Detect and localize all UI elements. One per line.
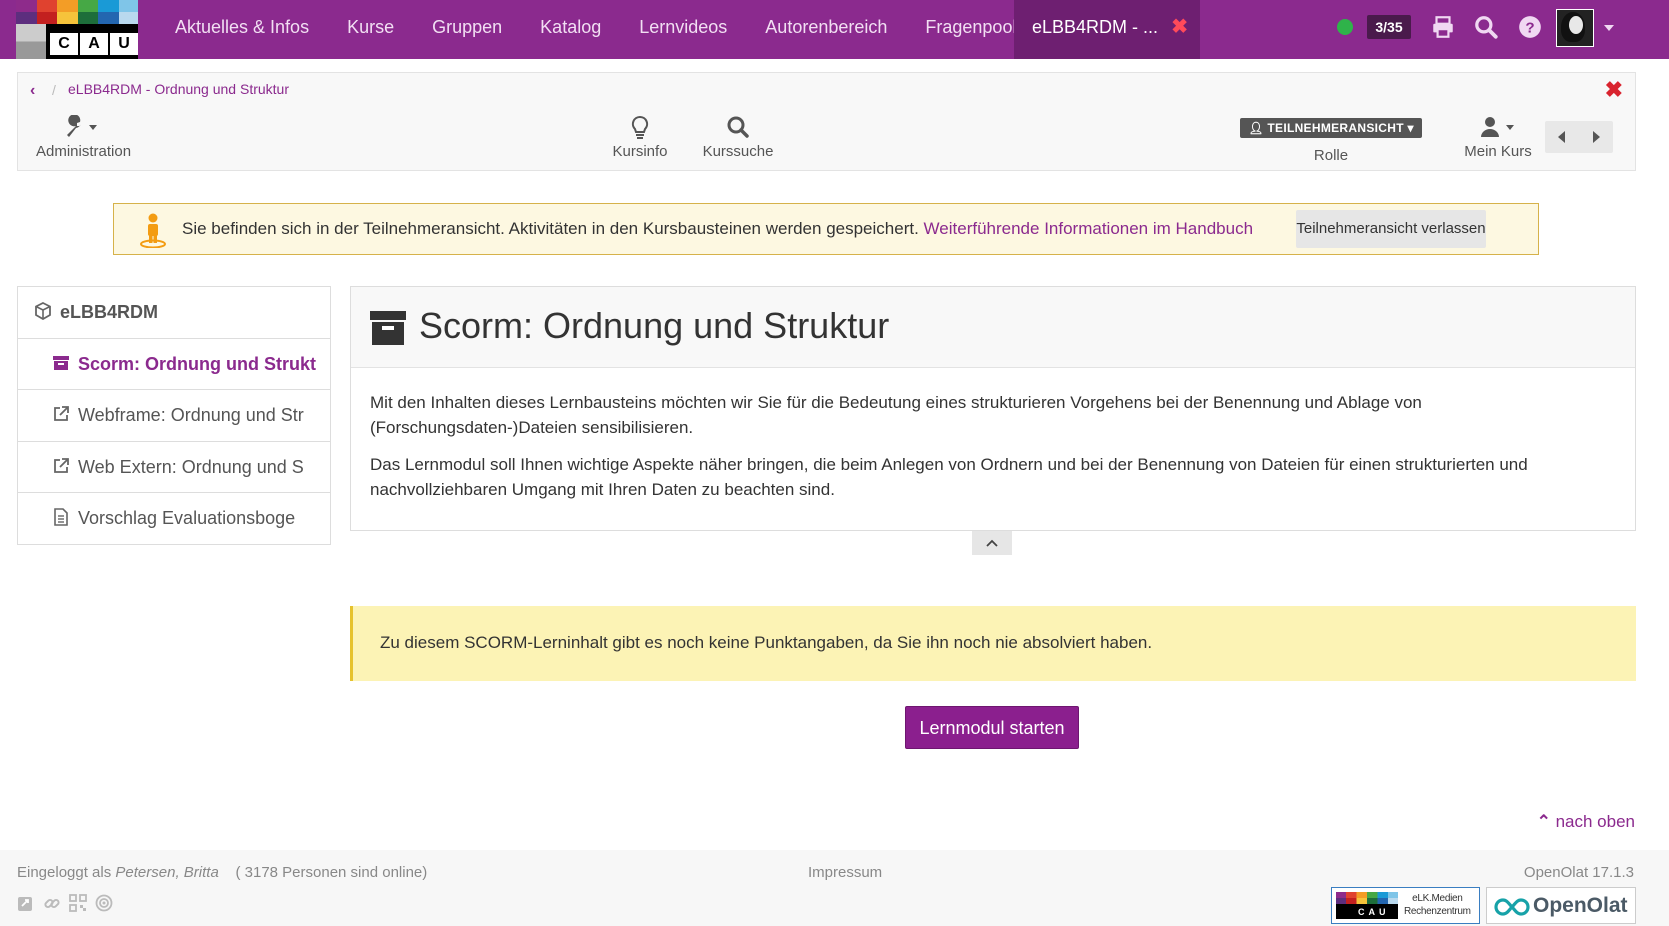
menu-item-label: Web Extern: Ordnung und S xyxy=(78,456,304,477)
participant-icon xyxy=(140,213,166,248)
main-nav: Aktuelles & Infos Kurse Gruppen Katalog … xyxy=(156,0,1035,59)
back-to-top-label: nach oben xyxy=(1555,812,1635,831)
help-icon[interactable]: ? xyxy=(1517,14,1543,40)
nav-aktuelles[interactable]: Aktuelles & Infos xyxy=(156,0,328,59)
mein-kurs-tool[interactable]: Mein Kurs xyxy=(1458,113,1538,160)
description-paragraph-1: Mit den Inhalten dieses Lernbausteins mö… xyxy=(370,393,1422,437)
user-icon: 👤︎ xyxy=(1248,121,1264,135)
nav-katalog[interactable]: Katalog xyxy=(521,0,620,59)
search-icon[interactable] xyxy=(1473,14,1499,40)
link-icon[interactable] xyxy=(43,894,61,912)
menu-item-scorm[interactable]: Scorm: Ordnung und Strukt xyxy=(18,339,330,390)
breadcrumb[interactable]: eLBB4RDM - Ordnung und Struktur xyxy=(68,81,289,97)
close-tab-icon[interactable]: ✖ xyxy=(1171,0,1188,54)
next-icon[interactable] xyxy=(1589,129,1603,145)
footer-icons xyxy=(17,894,113,912)
role-tool[interactable]: 👤︎ TEILNEHMERANSICHT ▾ Rolle xyxy=(1240,117,1422,164)
cau-logo[interactable]: CAU xyxy=(16,0,138,59)
logged-in-info: Eingeloggt als Petersen, Britta ( 3178 P… xyxy=(17,864,427,881)
search-icon xyxy=(727,116,749,138)
online-status-icon[interactable] xyxy=(1337,19,1353,35)
chevron-up-icon xyxy=(986,539,998,547)
print-icon[interactable] xyxy=(1430,14,1456,40)
logged-in-user[interactable]: Petersen, Britta xyxy=(115,864,218,881)
nav-lernvideos[interactable]: Lernvideos xyxy=(620,0,746,59)
menu-item-label: Vorschlag Evaluationsboge xyxy=(78,508,296,528)
administration-tool[interactable]: Administration xyxy=(36,113,132,160)
page-title: Scorm: Ordnung und Struktur xyxy=(419,305,890,346)
target-icon[interactable] xyxy=(95,894,113,912)
menu-item-evaluation[interactable]: Vorschlag Evaluationsboge xyxy=(18,493,330,545)
tab-course-active[interactable]: eLBB4RDM - ... ✖ xyxy=(1014,0,1200,59)
top-navbar: CAU Aktuelles & Infos Kurse Gruppen Kata… xyxy=(0,0,1669,59)
version-text: OpenOlat 17.1.3 xyxy=(1523,864,1634,881)
nav-gruppen[interactable]: Gruppen xyxy=(413,0,521,59)
document-icon xyxy=(54,508,68,526)
elk-logo-text: eLK.Medien Rechenzentrum xyxy=(1404,893,1471,917)
wrench-icon xyxy=(67,115,97,137)
course-pager xyxy=(1545,121,1613,153)
share-icon[interactable] xyxy=(17,894,35,912)
logo-text: CAU xyxy=(50,33,138,55)
content-description: Mit den Inhalten dieses Lernbausteins mö… xyxy=(351,368,1635,536)
start-module-button[interactable]: Lernmodul starten xyxy=(905,706,1079,749)
caret-down-icon: ▾ xyxy=(1407,121,1414,135)
menu-item-web-extern[interactable]: Web Extern: Ordnung und S xyxy=(18,442,330,493)
menu-root-item[interactable]: eLBB4RDM xyxy=(18,287,330,339)
nav-kurse[interactable]: Kurse xyxy=(328,0,413,59)
user-icon xyxy=(1481,117,1514,137)
score-info-text: Zu diesem SCORM-Lerninhalt gibt es noch … xyxy=(380,633,1153,652)
course-toolbar: ‹ / eLBB4RDM - Ordnung und Struktur ✖ Ad… xyxy=(17,72,1636,171)
qr-code-icon[interactable] xyxy=(69,894,87,912)
user-avatar[interactable] xyxy=(1556,9,1594,47)
chevron-down-icon[interactable] xyxy=(1604,25,1614,31)
role-dropdown[interactable]: 👤︎ TEILNEHMERANSICHT ▾ xyxy=(1240,118,1422,138)
back-to-top-link[interactable]: ⌃ nach oben xyxy=(1537,812,1635,832)
notice-text: Sie befinden sich in der Teilnehmeransic… xyxy=(182,219,919,238)
external-link-icon xyxy=(54,457,69,473)
menu-root-label: eLBB4RDM xyxy=(60,302,159,322)
course-menu: eLBB4RDM Scorm: Ordnung und Strukt Webfr… xyxy=(17,286,331,545)
chevron-up-icon: ⌃ xyxy=(1536,812,1551,831)
leave-participant-view-button[interactable]: Teilnehmeransicht verlassen xyxy=(1296,210,1486,248)
description-paragraph-2: Das Lernmodul soll Ihnen wichtige Aspekt… xyxy=(370,455,1528,499)
role-label: Rolle xyxy=(1313,147,1349,164)
administration-label: Administration xyxy=(36,143,132,160)
close-course-icon[interactable]: ✖ xyxy=(1605,77,1623,103)
kursinfo-label: Kursinfo xyxy=(612,143,668,160)
infinity-icon xyxy=(1494,898,1530,916)
score-info-box: Zu diesem SCORM-Lerninhalt gibt es noch … xyxy=(350,606,1636,681)
role-badge-label: TEILNEHMERANSICHT xyxy=(1267,121,1404,135)
logged-in-prefix: Eingeloggt als xyxy=(17,864,112,881)
cube-icon xyxy=(35,302,51,320)
collapse-toggle[interactable] xyxy=(972,531,1012,555)
archive-icon xyxy=(53,355,69,370)
participant-view-notice: Sie befinden sich in der Teilnehmeransic… xyxy=(113,203,1539,255)
kurssuche-tool[interactable]: Kurssuche xyxy=(698,113,778,160)
menu-item-webframe[interactable]: Webframe: Ordnung und Str xyxy=(18,390,330,442)
kursinfo-tool[interactable]: Kursinfo xyxy=(605,113,675,160)
breadcrumb-separator: / xyxy=(52,82,56,98)
mein-kurs-label: Mein Kurs xyxy=(1464,143,1532,160)
online-users-count[interactable]: ( 3178 Personen sind online) xyxy=(235,864,427,881)
impressum-link[interactable]: Impressum xyxy=(808,864,882,881)
openolat-logo[interactable]: OpenOlat xyxy=(1486,887,1636,924)
menu-item-label: Webframe: Ordnung und Str xyxy=(78,405,304,425)
archive-icon xyxy=(370,311,406,345)
content-panel: Scorm: Ordnung und Struktur Mit den Inha… xyxy=(350,286,1636,531)
nav-autorenbereich[interactable]: Autorenbereich xyxy=(746,0,906,59)
elk-medien-logo[interactable]: CAU eLK.Medien Rechenzentrum xyxy=(1331,887,1480,924)
tab-course-label: eLBB4RDM - ... xyxy=(1032,17,1159,37)
kurssuche-label: Kurssuche xyxy=(702,143,774,160)
external-link-icon xyxy=(54,406,69,421)
svg-text:?: ? xyxy=(1525,19,1534,36)
content-header: Scorm: Ordnung und Struktur xyxy=(351,287,1635,368)
online-counter-badge[interactable]: 3/35 xyxy=(1367,15,1411,39)
back-chevron-icon[interactable]: ‹ xyxy=(30,82,35,100)
menu-item-label: Scorm: Ordnung und Strukt xyxy=(78,353,316,374)
lightbulb-icon xyxy=(631,115,649,139)
openolat-logo-text: OpenOlat xyxy=(1533,894,1628,917)
previous-icon[interactable] xyxy=(1555,129,1569,145)
handbook-link[interactable]: Weiterführende Informationen im Handbuch xyxy=(924,219,1253,238)
